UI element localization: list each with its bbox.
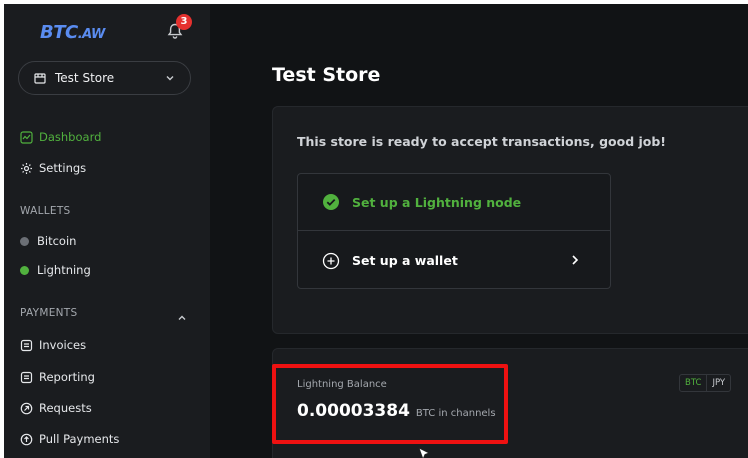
dashboard-icon [20, 130, 33, 144]
sidebar-item-label: Bitcoin [37, 234, 77, 248]
request-icon [20, 402, 33, 415]
sidebar-item-invoices[interactable]: Invoices [20, 338, 86, 352]
logo[interactable]: BTC.AW [40, 22, 105, 43]
sidebar-item-label: Dashboard [39, 130, 102, 144]
wallets-heading: WALLETS [20, 205, 71, 217]
sidebar-item-lightning[interactable]: Lightning [20, 263, 91, 277]
step-label: Set up a wallet [352, 253, 458, 268]
setup-card: This store is ready to accept transactio… [272, 106, 748, 334]
logo-suffix: .AW [77, 27, 106, 42]
sidebar-item-label: Lightning [37, 263, 91, 277]
pull-payment-icon [20, 433, 33, 446]
highlight-box [272, 364, 508, 444]
payments-heading: PAYMENTS [20, 307, 78, 319]
currency-toggle: BTC JPY [679, 374, 732, 392]
check-circle-icon [322, 193, 340, 211]
status-dot-icon [20, 265, 29, 275]
sidebar-item-label: Invoices [39, 338, 87, 352]
sidebar-item-bitcoin[interactable]: Bitcoin [20, 234, 76, 248]
page-title: Test Store [272, 64, 381, 86]
notification-badge: 3 [176, 14, 192, 30]
status-dot-icon [20, 236, 29, 246]
mouse-cursor-icon [418, 446, 432, 458]
logo-text: BTC [40, 22, 78, 43]
sidebar-item-label: Pull Payments [39, 432, 120, 446]
store-selector[interactable]: Test Store [18, 61, 191, 95]
sidebar-item-settings[interactable]: Settings [20, 161, 86, 175]
step-lightning-node[interactable]: Set up a Lightning node [298, 174, 610, 231]
sidebar-item-dashboard[interactable]: Dashboard [20, 130, 101, 144]
sidebar-item-label: Reporting [39, 370, 95, 384]
invoice-icon [20, 339, 33, 352]
sidebar-item-requests[interactable]: Requests [20, 401, 92, 415]
sidebar: BTC.AW 3 Test Store Dashboard Settings W… [4, 4, 210, 458]
chevron-up-icon[interactable] [176, 309, 188, 321]
ready-message: This store is ready to accept transactio… [297, 134, 667, 149]
step-setup-wallet[interactable]: Set up a wallet [298, 232, 610, 289]
chevron-down-icon [164, 72, 176, 84]
sidebar-item-pull-payments[interactable]: Pull Payments [20, 432, 119, 446]
plus-circle-icon [322, 252, 340, 270]
chevron-right-icon [568, 253, 582, 267]
gear-icon [20, 162, 33, 175]
step-label: Set up a Lightning node [352, 194, 522, 210]
store-icon [33, 71, 47, 85]
currency-btc-button[interactable]: BTC [680, 375, 708, 391]
currency-jpy-button[interactable]: JPY [707, 375, 730, 391]
sidebar-item-label: Settings [39, 161, 87, 175]
sidebar-item-reporting[interactable]: Reporting [20, 370, 95, 384]
report-icon [20, 371, 33, 384]
setup-steps: Set up a Lightning node Set up a wallet [297, 173, 611, 289]
store-selector-label: Test Store [55, 71, 115, 85]
sidebar-item-label: Requests [39, 401, 92, 415]
